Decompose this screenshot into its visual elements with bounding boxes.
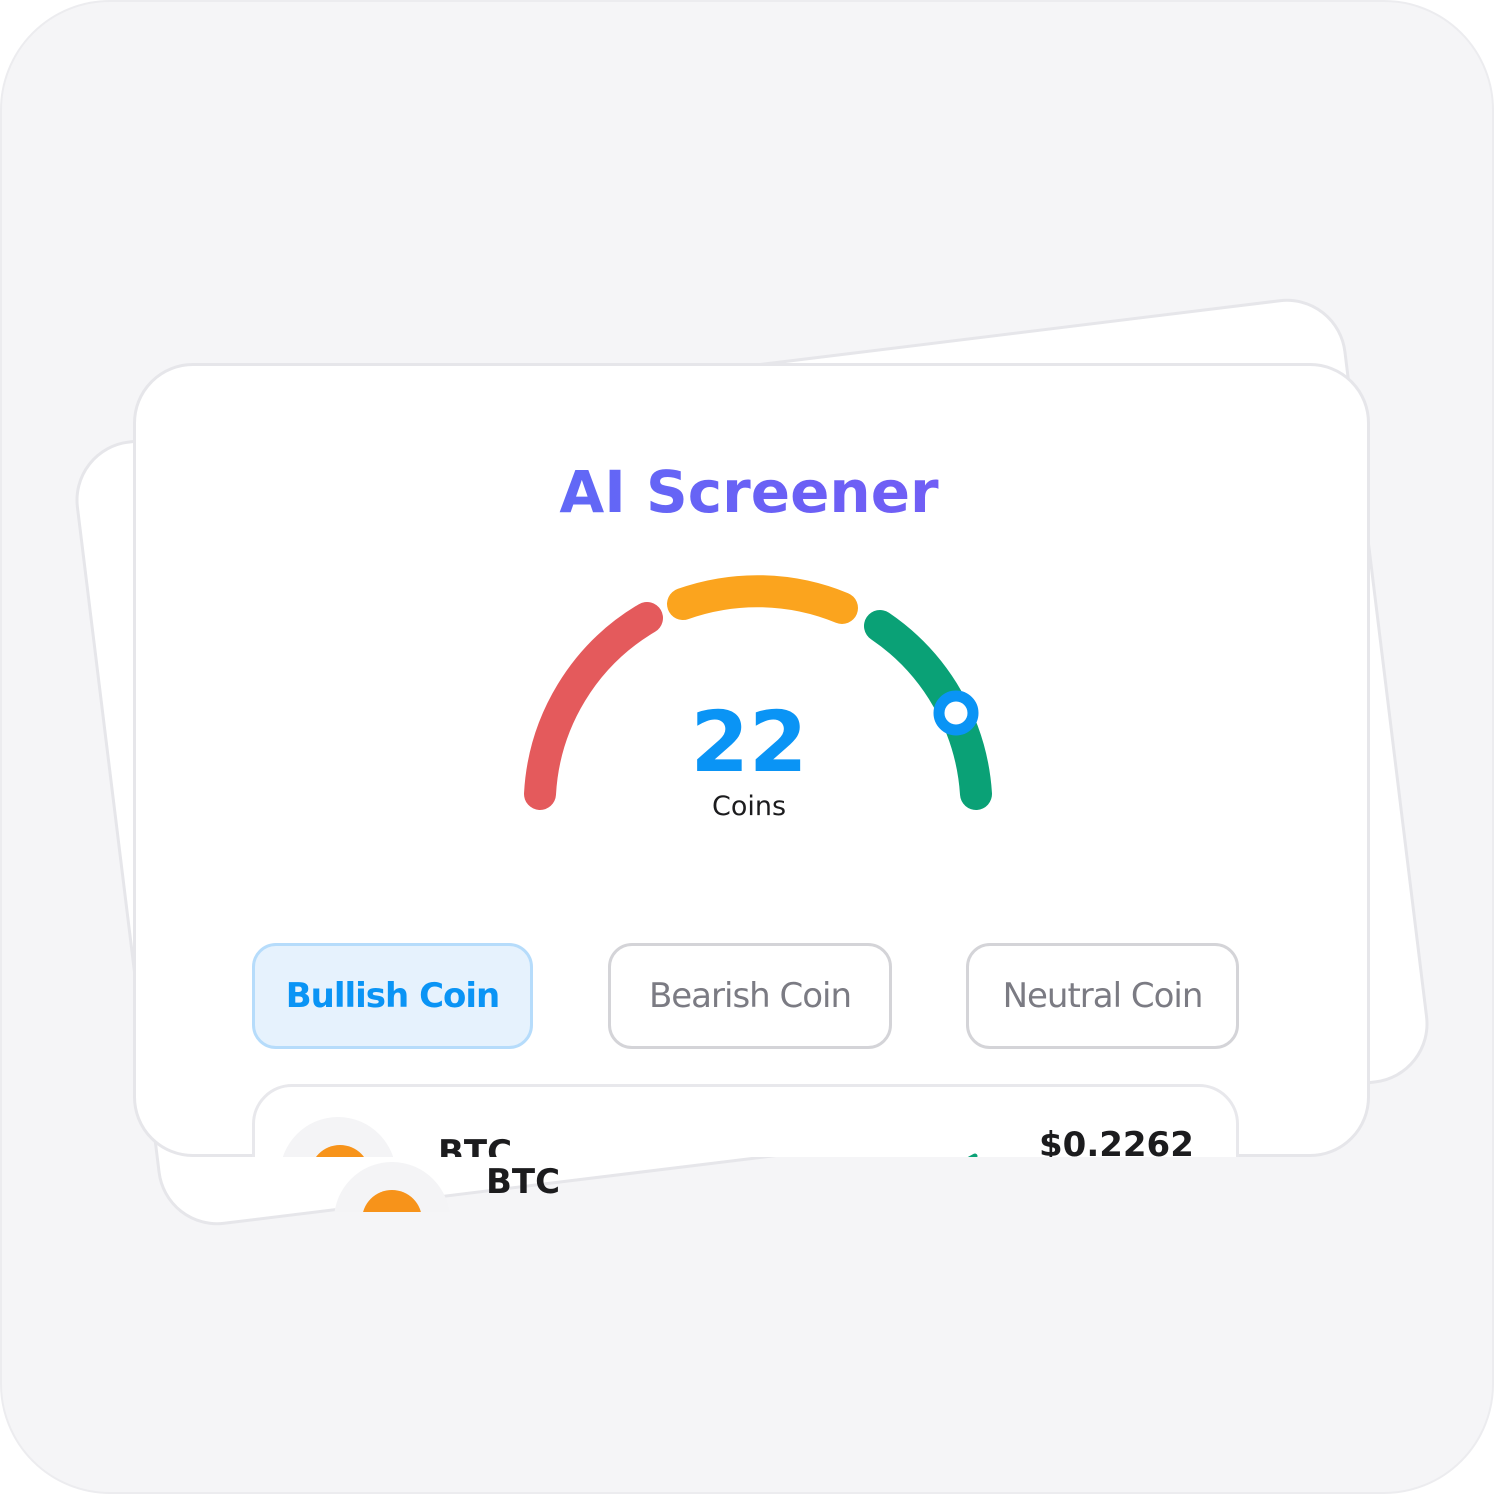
coin-list: BTC $0.2262 (252, 1084, 1239, 1157)
trend-sparkline-icon (967, 1153, 978, 1157)
screener-card-content: AI Screener 22 Coins Bullish Coin Bearis… (133, 363, 1370, 1157)
gauge-unit: Coins (711, 791, 787, 822)
coin-price: $0.2262 (1039, 1125, 1194, 1157)
app-frame: BTC AI Screener 22 Coins Bullish Coin Be… (0, 0, 1494, 1494)
tab-neutral-coin[interactable]: Neutral Coin (966, 943, 1239, 1049)
back-card-peek: BTC (302, 1152, 802, 1212)
tab-bullish-coin[interactable]: Bullish Coin (252, 943, 533, 1049)
tab-bearish-coin[interactable]: Bearish Coin (608, 943, 892, 1049)
back-coin-symbol: BTC (486, 1162, 561, 1202)
gauge-value: 22 (690, 693, 808, 791)
coin-symbol: BTC (438, 1133, 513, 1157)
gauge-segment-neutral (667, 575, 858, 624)
